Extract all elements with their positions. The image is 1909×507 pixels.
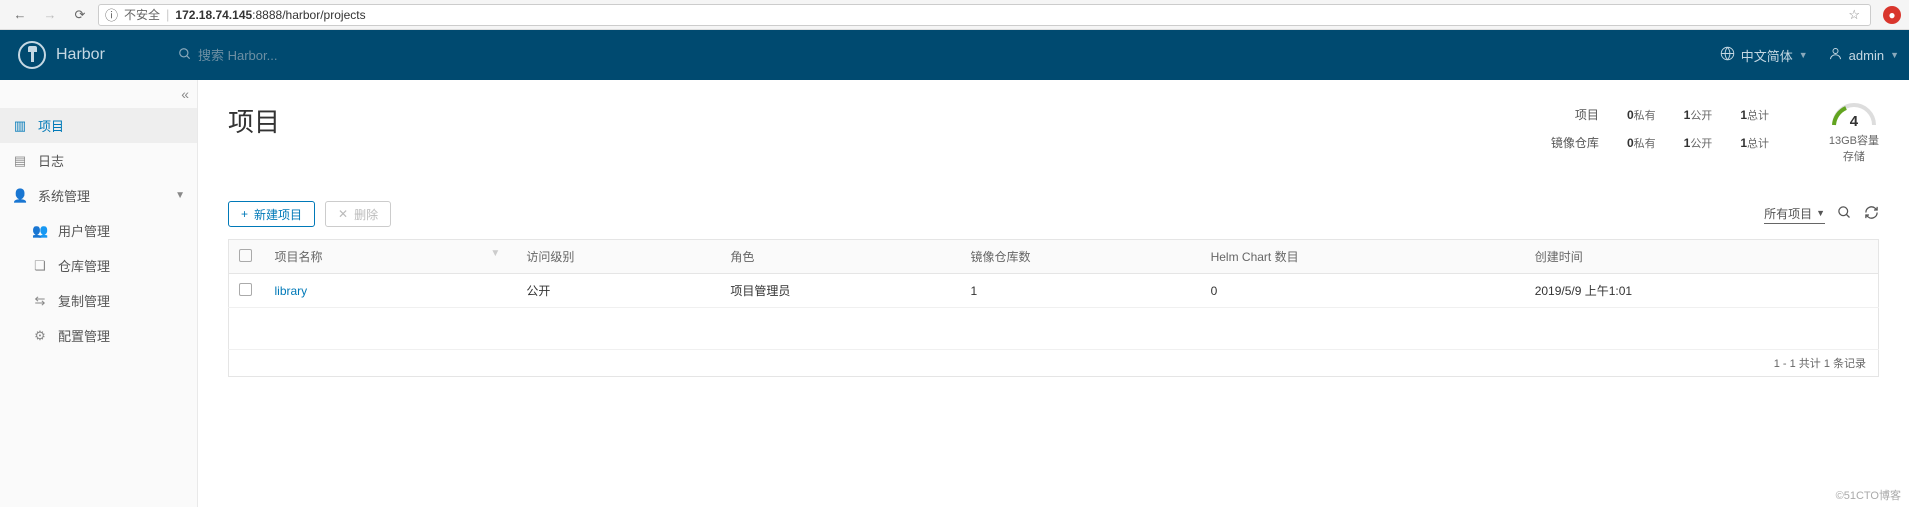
stats-repo-total: 1总计 (1740, 135, 1769, 151)
security-label: 不安全 (124, 6, 160, 23)
info-icon: ⓘ (105, 5, 118, 24)
sidebar: « ▥ 项目 ▤ 日志 👤 系统管理 ▼ 👥 用户管理 ❏ 仓库管理 ⇆ (0, 80, 198, 507)
sidebar-item-config[interactable]: ⚙ 配置管理 (20, 318, 197, 353)
sidebar-item-logs[interactable]: ▤ 日志 (0, 143, 197, 178)
col-repo-count[interactable]: 镜像仓库数 (960, 240, 1200, 274)
storage-gauge-icon: 4 (1829, 100, 1879, 128)
sidebar-item-replication[interactable]: ⇆ 复制管理 (20, 283, 197, 318)
col-role[interactable]: 角色 (720, 240, 960, 274)
search-icon[interactable] (1837, 205, 1852, 223)
user-menu[interactable]: admin ▼ (1828, 46, 1899, 64)
harbor-logo-icon (18, 41, 46, 69)
cell-role: 项目管理员 (720, 274, 960, 308)
x-icon: ✕ (338, 207, 348, 221)
browser-toolbar: ← → ⟳ ⓘ 不安全 | 172.18.74.145:8888/harbor/… (0, 0, 1909, 30)
chevron-down-icon: ▼ (1816, 208, 1825, 218)
stats-private: 0私有 (1627, 107, 1656, 123)
toolbar: + 新建项目 ✕ 删除 所有项目 ▼ (228, 201, 1879, 227)
global-search[interactable] (178, 47, 598, 64)
project-name-link[interactable]: library (275, 284, 308, 298)
stats-repos-label: 镜像仓库 (1551, 134, 1599, 151)
app-name: Harbor (56, 46, 105, 64)
sidebar-item-repo-mgmt[interactable]: ❏ 仓库管理 (20, 248, 197, 283)
select-all-checkbox[interactable] (239, 249, 252, 262)
row-checkbox[interactable] (239, 283, 252, 296)
stats-repo-public: 1公开 (1684, 135, 1713, 151)
delete-button: ✕ 删除 (325, 201, 391, 227)
users-icon: 👥 (32, 223, 48, 239)
back-button[interactable]: ← (8, 3, 32, 27)
watermark: ©51CTO博客 (1836, 487, 1901, 503)
table-header-row: 项目名称▼ 访问级别 角色 镜像仓库数 Helm Chart 数目 创建时间 (229, 240, 1879, 274)
sidebar-collapse-button[interactable]: « (181, 86, 189, 102)
repo-icon: ❏ (32, 258, 48, 274)
cell-access: 公开 (516, 274, 720, 308)
new-project-button[interactable]: + 新建项目 (228, 201, 315, 227)
col-name[interactable]: 项目名称▼ (265, 240, 517, 274)
url-text: 172.18.74.145:8888/harbor/projects (175, 8, 1842, 22)
col-chart-count[interactable]: Helm Chart 数目 (1201, 240, 1525, 274)
col-access[interactable]: 访问级别 (516, 240, 720, 274)
search-icon (178, 47, 192, 64)
user-icon (1828, 46, 1843, 64)
main-content: 项目 项目 0私有 1公开 1总计 镜像仓库 0私有 1公开 1总计 4 13G… (198, 80, 1909, 507)
cell-repo-count: 1 (960, 274, 1200, 308)
cell-chart-count: 0 (1201, 274, 1525, 308)
stats-public: 1公开 (1684, 107, 1713, 123)
table-footer: 1 - 1 共计 1 条记录 (228, 350, 1879, 377)
storage-widget: 4 13GB容量 存储 (1829, 100, 1879, 164)
address-bar[interactable]: ⓘ 不安全 | 172.18.74.145:8888/harbor/projec… (98, 4, 1871, 26)
globe-icon (1720, 46, 1735, 64)
projects-table: 项目名称▼ 访问级别 角色 镜像仓库数 Helm Chart 数目 创建时间 l… (228, 239, 1879, 350)
gear-icon: ⚙ (32, 328, 48, 344)
stats-total: 1总计 (1740, 107, 1769, 123)
forward-button[interactable]: → (38, 3, 62, 27)
sidebar-item-projects[interactable]: ▥ 项目 (0, 108, 197, 143)
bookmark-icon[interactable]: ☆ (1848, 7, 1864, 23)
language-selector[interactable]: 中文简体 ▼ (1720, 46, 1808, 65)
extension-icon[interactable]: ● (1883, 6, 1901, 24)
chevron-down-icon: ▼ (1799, 50, 1808, 60)
chevron-down-icon: ▼ (1890, 50, 1899, 60)
search-input[interactable] (198, 48, 498, 63)
col-created[interactable]: 创建时间 (1525, 240, 1879, 274)
cell-created: 2019/5/9 上午1:01 (1525, 274, 1879, 308)
stats-block: 项目 0私有 1公开 1总计 镜像仓库 0私有 1公开 1总计 (1551, 106, 1769, 162)
chevron-down-icon: ▼ (175, 190, 185, 201)
plus-icon: + (241, 207, 248, 221)
brand[interactable]: Harbor (18, 41, 178, 69)
logs-icon: ▤ (12, 153, 28, 169)
app-header: Harbor 中文简体 ▼ admin ▼ (0, 30, 1909, 80)
replication-icon: ⇆ (32, 293, 48, 309)
project-filter-select[interactable]: 所有项目 ▼ (1764, 205, 1825, 224)
stats-projects-label: 项目 (1575, 106, 1599, 123)
refresh-icon[interactable] (1864, 205, 1879, 223)
reload-button[interactable]: ⟳ (68, 3, 92, 27)
sidebar-item-user-mgmt[interactable]: 👥 用户管理 (20, 213, 197, 248)
projects-icon: ▥ (12, 118, 28, 134)
admin-icon: 👤 (12, 188, 28, 204)
stats-repo-private: 0私有 (1627, 135, 1656, 151)
filter-icon[interactable]: ▼ (490, 248, 506, 259)
table-row[interactable]: library 公开 项目管理员 1 0 2019/5/9 上午1:01 (229, 274, 1879, 308)
sidebar-item-admin[interactable]: 👤 系统管理 ▼ (0, 178, 197, 213)
